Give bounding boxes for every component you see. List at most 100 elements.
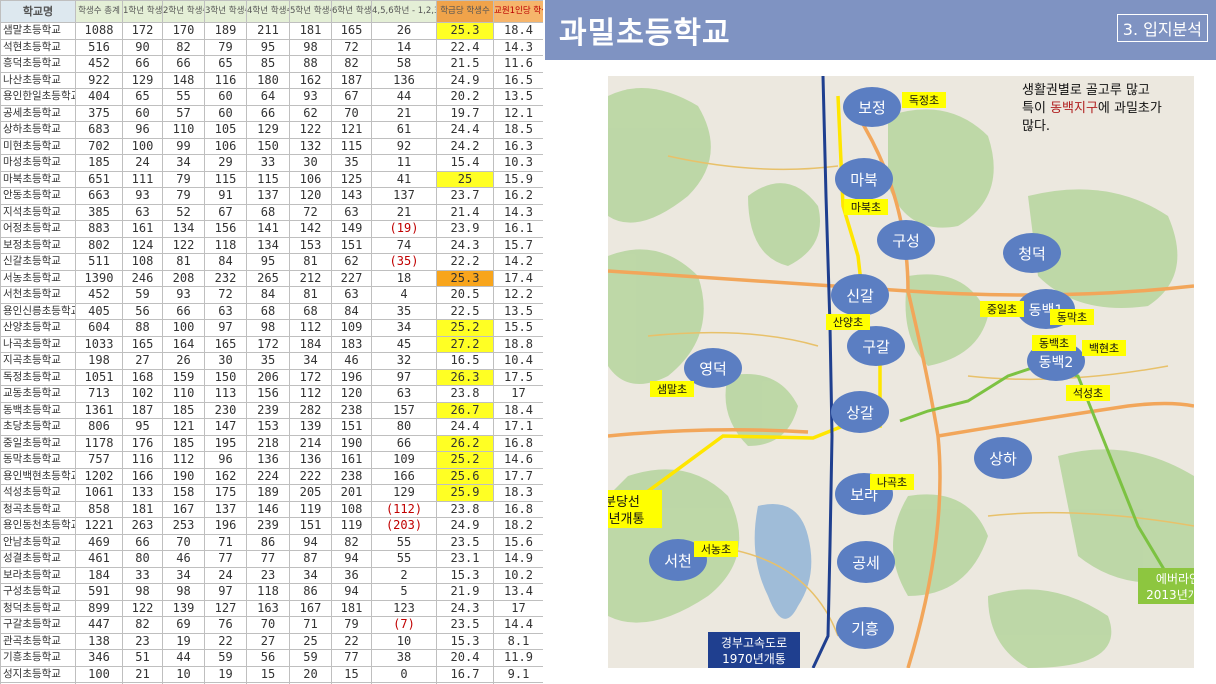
table-cell: 82 [331, 533, 372, 551]
table-cell: 118 [246, 583, 290, 601]
table-cell: 166 [122, 467, 163, 485]
table-cell: 72 [289, 203, 332, 221]
table-cell: 156 [246, 385, 290, 403]
table-cell: 136 [246, 451, 290, 469]
table-cell: 181 [331, 599, 372, 617]
table-row: 석성초등학교 1061 133 158 175 189 205 201 129 25.9 18.3 [0, 484, 543, 502]
table-cell: 23 [246, 566, 290, 584]
table-cell: 68 [246, 302, 290, 320]
title-banner: 과밀초등학교 3. 입지분석 [545, 0, 1216, 60]
table-cell: 26 [162, 352, 205, 370]
table-cell: 208 [162, 269, 205, 287]
table-cell: 17 [493, 599, 543, 617]
table-cell: 137 [246, 187, 290, 205]
table-cell: 27 [246, 632, 290, 650]
table-cell: 187 [122, 401, 163, 419]
area-bubble-sangha: 상하 [974, 437, 1032, 479]
annotation-suffix: 에 과밀초가 [1098, 101, 1162, 116]
table-row: 동백초등학교 1361 187 185 230 239 282 238 157 26.7 18.4 [0, 401, 543, 419]
school-label: 중일초 [987, 302, 1017, 316]
table-cell: 21 [371, 203, 437, 221]
table-cell: 1061 [75, 484, 123, 502]
school-name-cell: 신갈초등학교 [0, 253, 76, 271]
school-statistics-table-panel: 학교명 학생수 총계 1학년 학생수 2학년 학생수 3학년 학생수 4학년 학… [0, 0, 543, 684]
table-cell: 282 [289, 401, 332, 419]
table-cell: 34 [371, 319, 437, 337]
table-cell: 30 [289, 154, 332, 172]
table-cell: 181 [122, 500, 163, 518]
table-cell: 172 [246, 335, 290, 353]
table-cell: 153 [246, 418, 290, 436]
callout-line: 에버라인 [1156, 572, 1194, 586]
table-cell: (112) [371, 500, 437, 518]
school-name-cell: 산양초등학교 [0, 319, 76, 337]
table-cell: 10.4 [493, 352, 543, 370]
school-name-cell: 마성초등학교 [0, 154, 76, 172]
school-name-cell: 용인동천초등학교 [0, 517, 76, 535]
area-label: 서천 [664, 552, 692, 570]
table-cell: 62 [331, 253, 372, 271]
table-cell: 121 [331, 121, 372, 139]
table-row: 지곡초등학교 198 27 26 30 35 34 46 32 16.5 10.4 [0, 352, 543, 370]
table-cell: 201 [331, 484, 372, 502]
table-cell: 62 [289, 104, 332, 122]
table-cell: 12.2 [493, 286, 543, 304]
table-cell: 14 [371, 38, 437, 56]
table-cell: 77 [246, 550, 290, 568]
table-row: 나곡초등학교 1033 165 164 165 172 184 183 45 27.2 18.8 [0, 335, 543, 353]
table-cell: 25.3 [436, 22, 494, 40]
table-cell: 15.3 [436, 566, 494, 584]
table-cell: 119 [289, 500, 332, 518]
school-name-cell: 구갈초등학교 [0, 616, 76, 634]
table-cell: 15.3 [436, 632, 494, 650]
table-cell: 76 [204, 616, 247, 634]
table-cell: 124 [122, 236, 163, 254]
table-cell: 162 [289, 71, 332, 89]
column-header: 5학년 학생수 [289, 0, 332, 23]
table-cell: 166 [371, 467, 437, 485]
table-cell: 30 [204, 352, 247, 370]
table-cell: 66 [122, 55, 163, 73]
table-cell: 94 [289, 533, 332, 551]
table-cell: 137 [204, 500, 247, 518]
table-cell: 95 [246, 253, 290, 271]
table-row: 교동초등학교 713 102 110 113 156 112 120 63 23.8 17 [0, 385, 543, 403]
area-label: 구성 [892, 232, 920, 250]
school-name-cell: 서천초등학교 [0, 286, 76, 304]
table-cell: 161 [331, 451, 372, 469]
table-cell: 185 [75, 154, 123, 172]
school-name-cell: 독정초등학교 [0, 368, 76, 386]
table-cell: 15.9 [493, 170, 543, 188]
table-cell: 137 [371, 187, 437, 205]
school-name-cell: 용인한일초등학교 [0, 88, 76, 106]
table-cell: 61 [371, 121, 437, 139]
table-cell: 46 [162, 550, 205, 568]
table-cell: 109 [331, 319, 372, 337]
table-cell: 57 [162, 104, 205, 122]
table-cell: 66 [162, 55, 205, 73]
table-cell: 65 [204, 55, 247, 73]
table-cell: 112 [162, 451, 205, 469]
school-name-cell: 상하초등학교 [0, 121, 76, 139]
school-name-cell: 샘말초등학교 [0, 22, 76, 40]
table-cell: 60 [204, 88, 247, 106]
school-label: 샘말초 [657, 383, 687, 396]
school-name-cell: 교동초등학교 [0, 385, 76, 403]
table-row: 흥덕초등학교 452 66 66 65 85 88 82 58 21.5 11.6 [0, 55, 543, 73]
table-cell: 119 [331, 517, 372, 535]
school-name-cell: 마북초등학교 [0, 170, 76, 188]
table-cell: 84 [246, 286, 290, 304]
table-cell: 56 [246, 649, 290, 667]
table-cell: 167 [162, 500, 205, 518]
table-cell: 11.9 [493, 649, 543, 667]
school-name-cell: 성결초등학교 [0, 550, 76, 568]
expressway-callout: 경부고속도로 1970년개통 [708, 632, 800, 668]
table-row: 신갈초등학교 511 108 81 84 95 81 62 (35) 22.2 14.2 [0, 253, 543, 271]
table-cell: 24 [204, 566, 247, 584]
table-cell: 161 [122, 220, 163, 238]
table-cell: 232 [204, 269, 247, 287]
table-cell: 81 [289, 286, 332, 304]
table-cell: 469 [75, 533, 123, 551]
area-bubble-guseong: 구성 [877, 220, 935, 260]
school-name-cell: 나곡초등학교 [0, 335, 76, 353]
